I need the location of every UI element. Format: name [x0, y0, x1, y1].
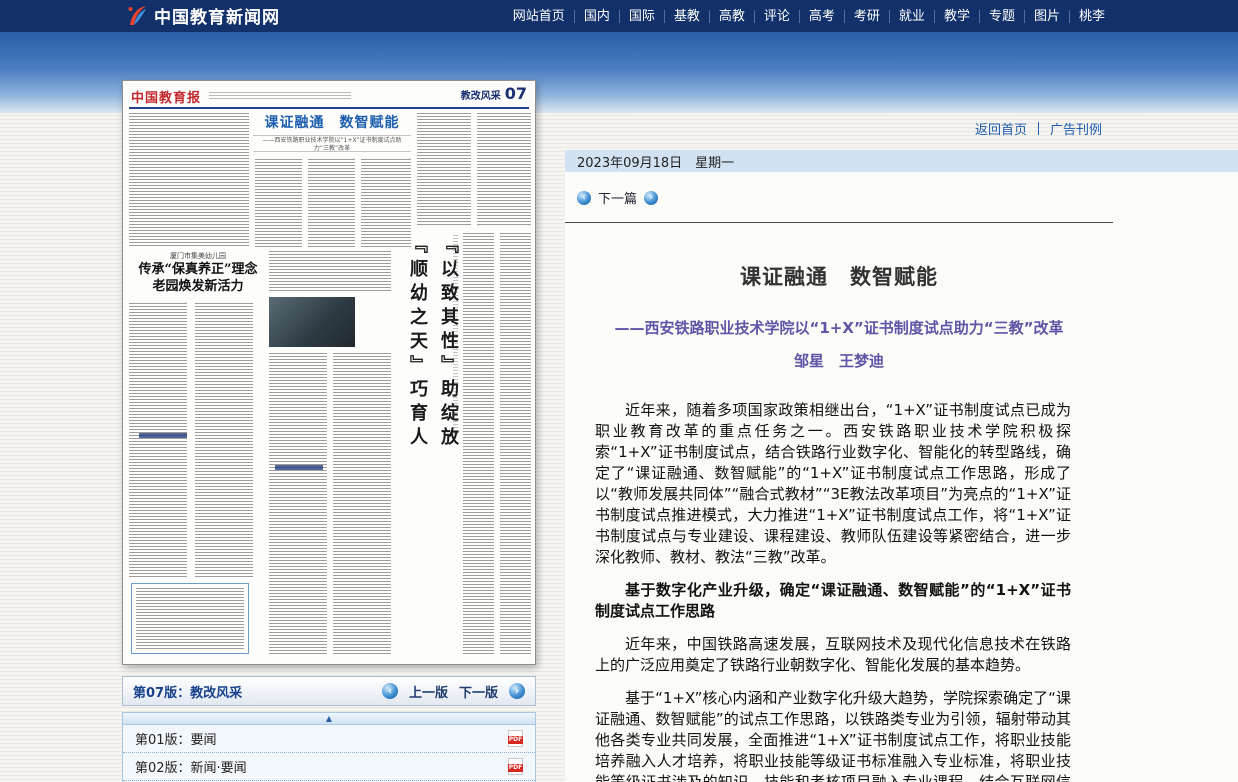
up-triangle-icon: ▲: [326, 714, 332, 723]
paper-headline-block: 课证融通 数智赋能 ——西安铁路职业技术学院以“1+X”证书制度试点助力“三教”…: [253, 112, 411, 154]
article-paragraph: 基于“1+X”核心内涵和产业数字化升级大趋势，学院探索确定了“课证融通、数智赋能…: [595, 688, 1071, 782]
paper-text-column: [136, 588, 244, 649]
paper-vertical-byline: [453, 235, 458, 435]
prev-page-icon[interactable]: ‹: [382, 683, 398, 699]
article-panel: ‹ 下一篇 › 课证融通 数智赋能 ——西安铁路职业技术学院以“1+X”证书制度…: [565, 172, 1238, 782]
next-article-link[interactable]: 下一篇: [598, 188, 637, 207]
nav-special-topics[interactable]: 专题: [979, 10, 1024, 23]
paper-subhead-bar: [139, 433, 187, 438]
paper-text-column: [500, 233, 531, 655]
paper-text-column: [477, 113, 531, 227]
paper-headline: 课证融通 数智赋能: [265, 115, 400, 131]
paper-header-info: [209, 92, 351, 99]
pdf-icon-label: PDF: [508, 764, 523, 772]
current-page-label: 第07版：教改风采: [133, 682, 242, 701]
nav-postgraduate[interactable]: 考研: [844, 10, 889, 23]
date-text: 2023年09月18日 星期一: [577, 152, 734, 171]
nav-international[interactable]: 国际: [619, 10, 664, 23]
paper-text-column: [129, 113, 249, 247]
paper-mid-line2: 老园焕发新活力: [133, 278, 263, 295]
version-label: 第01版：要闻: [135, 729, 217, 748]
pdf-icon-label: PDF: [508, 736, 523, 744]
paper-header-rule: [129, 107, 529, 109]
nav-domestic[interactable]: 国内: [574, 10, 619, 23]
paper-mid-headline: 厦门市集美幼儿园 传承“保真养正”理念 老园焕发新活力: [133, 251, 263, 299]
paper-subhead-bar: [275, 465, 323, 470]
page-nav-bar: 第07版：教改风采 ‹ 上一版 下一版 ›: [122, 676, 536, 706]
paper-text-column: [308, 159, 355, 249]
paper-text-column: [195, 303, 253, 577]
back-home-link[interactable]: 返回首页: [975, 119, 1027, 138]
nav-pictures[interactable]: 图片: [1024, 10, 1069, 23]
paper-subheadline: ——西安铁路职业技术学院以“1+X”证书制度试点助力“三教”改革: [253, 135, 411, 152]
next-article-icon[interactable]: ›: [644, 191, 658, 205]
version-item-01[interactable]: 第01版：要闻 PDF: [123, 725, 535, 753]
paper-text-column: [269, 353, 327, 655]
divider-line: [565, 222, 1113, 223]
top-nav: 网站首页 国内 国际 基教 高教 评论 高考 考研 就业 教学 专题 图片 桃李: [504, 0, 1114, 32]
separator: [1038, 122, 1039, 135]
ad-rates-link[interactable]: 广告刊例: [1050, 119, 1102, 138]
prev-page-link[interactable]: 上一版: [409, 682, 448, 701]
paper-photo: [269, 297, 355, 347]
article-author: 邹星 王梦迪: [565, 350, 1113, 371]
nav-home[interactable]: 网站首页: [504, 10, 574, 23]
date-bar: 2023年09月18日 星期一: [565, 150, 1238, 172]
nav-commentary[interactable]: 评论: [754, 10, 799, 23]
next-page-icon[interactable]: ›: [509, 683, 525, 699]
site-logo[interactable]: 中国教育新闻网: [126, 3, 280, 28]
paper-text-column: [463, 233, 494, 655]
article-paragraph: 近年来，中国铁路高速发展，互联网技术及现代化信息技术在铁路上的广泛应用奠定了铁路…: [595, 634, 1071, 676]
paper-boxed-item: [131, 583, 249, 654]
paper-text-column: [417, 113, 471, 227]
article-title: 课证融通 数智赋能: [565, 262, 1113, 292]
page-nav-controls: ‹ 上一版 下一版 ›: [382, 682, 525, 701]
version-list: 第01版：要闻 PDF 第02版：新闻·要闻 PDF: [122, 725, 536, 782]
collapse-strip[interactable]: ▲: [122, 712, 536, 725]
nav-basic-education[interactable]: 基教: [664, 10, 709, 23]
next-page-link[interactable]: 下一版: [459, 682, 498, 701]
nav-higher-education[interactable]: 高教: [709, 10, 754, 23]
top-links: 返回首页 广告刊例: [975, 119, 1102, 138]
article-subtitle: ——西安铁路职业技术学院以“1+X”证书制度试点助力“三教”改革: [565, 318, 1113, 338]
top-navbar: 中国教育新闻网 网站首页 国内 国际 基教 高教 评论 高考 考研 就业 教学 …: [0, 0, 1238, 32]
newspaper-preview[interactable]: 中国教育报 教改风采 07 课证融通 数智赋能 ——西安铁路职业技术学院以“1+…: [122, 80, 536, 665]
nav-gaokao[interactable]: 高考: [799, 10, 844, 23]
prev-article-icon[interactable]: ‹: [577, 191, 591, 205]
paper-text-column: [255, 159, 302, 249]
paper-section-label: 教改风采 07: [461, 84, 527, 103]
paper-text-column: [269, 251, 391, 293]
nav-teaching[interactable]: 教学: [934, 10, 979, 23]
article-paragraph: 近年来，随着多项国家政策相继出台，“1+X”证书制度试点已成为职业教育改革的重点…: [595, 400, 1071, 568]
paper-text-column: [129, 303, 187, 577]
pdf-icon[interactable]: PDF: [508, 758, 523, 775]
pdf-icon[interactable]: PDF: [508, 730, 523, 747]
paper-vertical-line1: 『顺幼之天』巧育人: [404, 235, 430, 545]
paper-page-number: 07: [505, 84, 527, 103]
nav-employment[interactable]: 就业: [889, 10, 934, 23]
version-label: 第02版：新闻·要闻: [135, 757, 247, 776]
logo-icon: [126, 4, 148, 28]
paper-text-column: [333, 353, 391, 655]
paper-section-name: 教改风采: [461, 87, 501, 102]
version-item-02[interactable]: 第02版：新闻·要闻 PDF: [123, 753, 535, 781]
article-section-heading: 基于数字化产业升级，确定“课证融通、数智赋能”的“1+X”证书制度试点工作思路: [595, 580, 1071, 622]
nav-taoli[interactable]: 桃李: [1069, 10, 1114, 23]
page: 中国教育新闻网 网站首页 国内 国际 基教 高教 评论 高考 考研 就业 教学 …: [0, 0, 1238, 782]
site-logo-text: 中国教育新闻网: [154, 3, 280, 28]
paper-masthead: 中国教育报: [131, 87, 201, 106]
article-body: 近年来，随着多项国家政策相继出台，“1+X”证书制度试点已成为职业教育改革的重点…: [595, 400, 1071, 782]
paper-mid-prefix: 厦门市集美幼儿园: [133, 251, 263, 261]
article-nav: ‹ 下一篇 ›: [577, 188, 658, 207]
paper-mid-line1: 传承“保真养正”理念: [133, 261, 263, 278]
